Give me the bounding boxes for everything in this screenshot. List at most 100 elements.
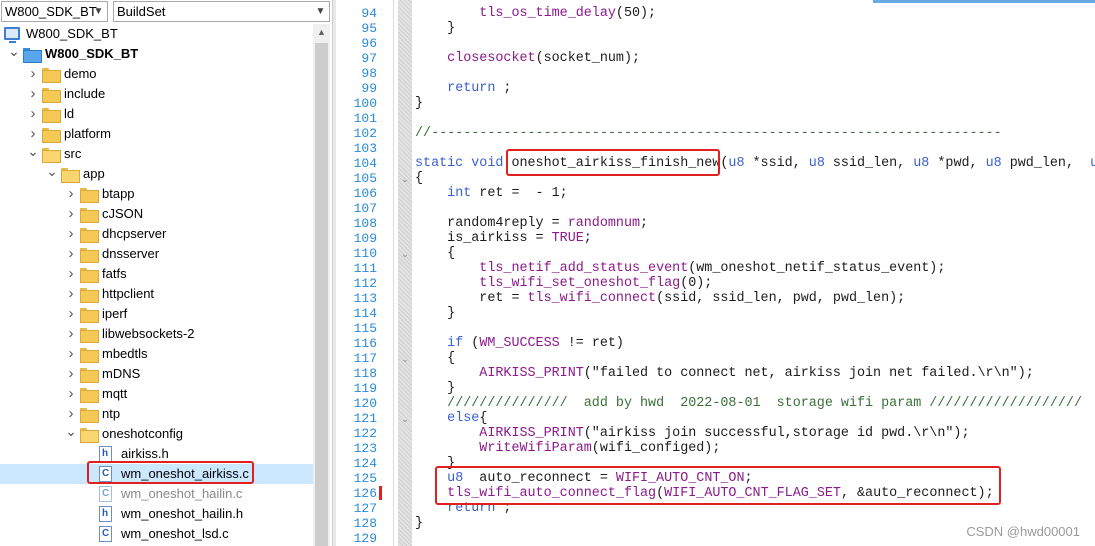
chevron-down-icon[interactable]: ⌄	[46, 164, 58, 184]
code-line[interactable]: is_airkiss = TRUE;	[415, 231, 592, 246]
chevron-right-icon[interactable]: ›	[65, 344, 77, 364]
tree-item[interactable]: › libwebsockets-2	[0, 324, 313, 344]
chevron-right-icon[interactable]: ›	[65, 364, 77, 384]
project-combo[interactable]: W800_SDK_BT ▼	[1, 1, 108, 22]
chevron-right-icon[interactable]: ›	[65, 324, 77, 344]
fold-toggle-icon[interactable]: ⌄	[400, 415, 410, 424]
code-line[interactable]: ret = tls_wifi_connect(ssid, ssid_len, p…	[415, 291, 905, 306]
chevron-down-icon[interactable]: ▼	[90, 2, 107, 21]
code-line[interactable]: /////////////// add by hwd 2022-08-01 st…	[415, 396, 1082, 411]
code-line[interactable]: }	[415, 516, 423, 531]
code-token: else	[447, 411, 480, 426]
chevron-right-icon[interactable]: ›	[65, 184, 77, 204]
code-line[interactable]: return ;	[415, 81, 511, 96]
project-explorer-pane: W800_SDK_BT ▼ BuildSet ▼ W800_SDK_BT ⌄ W80…	[0, 0, 332, 546]
code-line[interactable]: }	[415, 306, 455, 321]
tree-item[interactable]: W800_SDK_BT	[0, 24, 313, 44]
scrollbar-thumb[interactable]	[315, 43, 328, 546]
tree-scrollbar[interactable]: ▲	[313, 24, 330, 546]
chevron-right-icon[interactable]: ›	[27, 84, 39, 104]
code-line[interactable]: }	[415, 96, 423, 111]
fold-toggle-icon[interactable]: ⌄	[400, 250, 410, 259]
code-line[interactable]: tls_os_time_delay(50);	[415, 6, 656, 21]
code-token: tls_wifi_auto_connect_flag	[447, 486, 657, 501]
chevron-right-icon[interactable]: ›	[65, 304, 77, 324]
tree-item[interactable]: h wm_oneshot_hailin.h	[0, 504, 313, 524]
tree-item[interactable]: › fatfs	[0, 264, 313, 284]
chevron-down-icon[interactable]: ⌄	[65, 424, 77, 444]
tree-item[interactable]: › cJSON	[0, 204, 313, 224]
code-line[interactable]: u8 auto_reconnect = WIFI_AUTO_CNT_ON;	[415, 471, 753, 486]
code-line[interactable]: AIRKISS_PRINT("failed to connect net, ai…	[415, 366, 1033, 381]
tree-item[interactable]: › demo	[0, 64, 313, 84]
code-editor[interactable]: 94 95 96 97 98 99 100 101 102 103 104 105 106 107 108 1…	[336, 0, 1095, 546]
code-line[interactable]: tls_wifi_set_oneshot_flag(0);	[415, 276, 712, 291]
line-number: 103	[353, 141, 377, 156]
tree-item[interactable]: › ntp	[0, 404, 313, 424]
tree-item[interactable]: › httpclient	[0, 284, 313, 304]
code-line[interactable]: {	[415, 171, 423, 186]
code-line[interactable]: int ret = - 1;	[415, 186, 568, 201]
code-token: {	[447, 351, 456, 366]
tree-item[interactable]: › mqtt	[0, 384, 313, 404]
tree-item[interactable]: ⌄ W800_SDK_BT	[0, 44, 313, 64]
chevron-right-icon[interactable]: ›	[27, 64, 39, 84]
code-line[interactable]: random4reply = randomnum;	[415, 216, 648, 231]
tree-item-label: cJSON	[102, 206, 144, 221]
fold-toggle-icon[interactable]: ⌄	[400, 175, 410, 184]
chevron-right-icon[interactable]: ›	[65, 264, 77, 284]
line-number: 102	[353, 126, 377, 141]
chevron-down-icon[interactable]: ⌄	[27, 144, 39, 164]
tree-item[interactable]: h airkiss.h	[0, 444, 313, 464]
code-line[interactable]: static void oneshot_airkiss_finish_new(u…	[415, 156, 1095, 171]
tree-item[interactable]: ⌄ app	[0, 164, 313, 184]
tree-item[interactable]: › btapp	[0, 184, 313, 204]
code-line[interactable]: }	[415, 456, 455, 471]
folder-icon	[80, 348, 99, 363]
chevron-down-icon[interactable]: ▼	[312, 2, 329, 21]
tree-item-label: mDNS	[102, 366, 141, 381]
tree-item[interactable]: › iperf	[0, 304, 313, 324]
scroll-up-arrow-icon[interactable]: ▲	[313, 24, 330, 41]
code-token: ("airkiss join successful,storage id pwd…	[583, 426, 970, 441]
tree-item[interactable]: Cwm_oneshot_lsd.c	[0, 524, 313, 544]
tree-item-label: btapp	[102, 186, 135, 201]
code-line[interactable]: else{	[415, 411, 487, 426]
tree-item[interactable]: › platform	[0, 124, 313, 144]
code-line[interactable]: return ;	[415, 501, 511, 516]
tree-item[interactable]: ⌄ oneshotconfig	[0, 424, 313, 444]
tree-item[interactable]: › mDNS	[0, 364, 313, 384]
chevron-right-icon[interactable]: ›	[27, 124, 39, 144]
chevron-right-icon[interactable]: ›	[65, 384, 77, 404]
build-config-combo[interactable]: BuildSet ▼	[113, 1, 330, 22]
code-line[interactable]: tls_wifi_auto_connect_flag(WIFI_AUTO_CNT…	[415, 486, 993, 501]
chevron-right-icon[interactable]: ›	[65, 404, 77, 424]
code-line[interactable]: tls_netif_add_status_event(wm_oneshot_ne…	[415, 261, 945, 276]
code-token: ;	[744, 471, 753, 486]
code-line[interactable]: }	[415, 21, 455, 36]
tree-item[interactable]: › dnsserver	[0, 244, 313, 264]
chevron-right-icon[interactable]: ›	[65, 224, 77, 244]
fold-toggle-icon[interactable]: ⌄	[400, 355, 410, 364]
code-line[interactable]: if (WM_SUCCESS != ret)	[415, 336, 624, 351]
code-token: u8	[728, 156, 745, 171]
code-line[interactable]: {	[415, 351, 455, 366]
tree-item[interactable]: › ld	[0, 104, 313, 124]
code-line[interactable]: }	[415, 381, 455, 396]
chevron-right-icon[interactable]: ›	[27, 104, 39, 124]
code-line[interactable]: //--------------------------------------…	[415, 126, 1002, 141]
chevron-right-icon[interactable]: ›	[65, 204, 77, 224]
tree-item[interactable]: › include	[0, 84, 313, 104]
code-line[interactable]: closesocket(socket_num);	[415, 51, 640, 66]
tree-item[interactable]: Cwm_oneshot_airkiss.c	[0, 464, 313, 484]
code-line[interactable]: {	[415, 246, 455, 261]
chevron-right-icon[interactable]: ›	[65, 284, 77, 304]
tree-item[interactable]: Cwm_oneshot_hailin.c	[0, 484, 313, 504]
tree-item[interactable]: › dhcpserver	[0, 224, 313, 244]
tree-item[interactable]: › mbedtls	[0, 344, 313, 364]
code-line[interactable]: WriteWifiParam(wifi_configed);	[415, 441, 720, 456]
chevron-right-icon[interactable]: ›	[65, 244, 77, 264]
chevron-down-icon[interactable]: ⌄	[8, 44, 20, 64]
code-line[interactable]: AIRKISS_PRINT("airkiss join successful,s…	[415, 426, 969, 441]
tree-item[interactable]: ⌄ src	[0, 144, 313, 164]
